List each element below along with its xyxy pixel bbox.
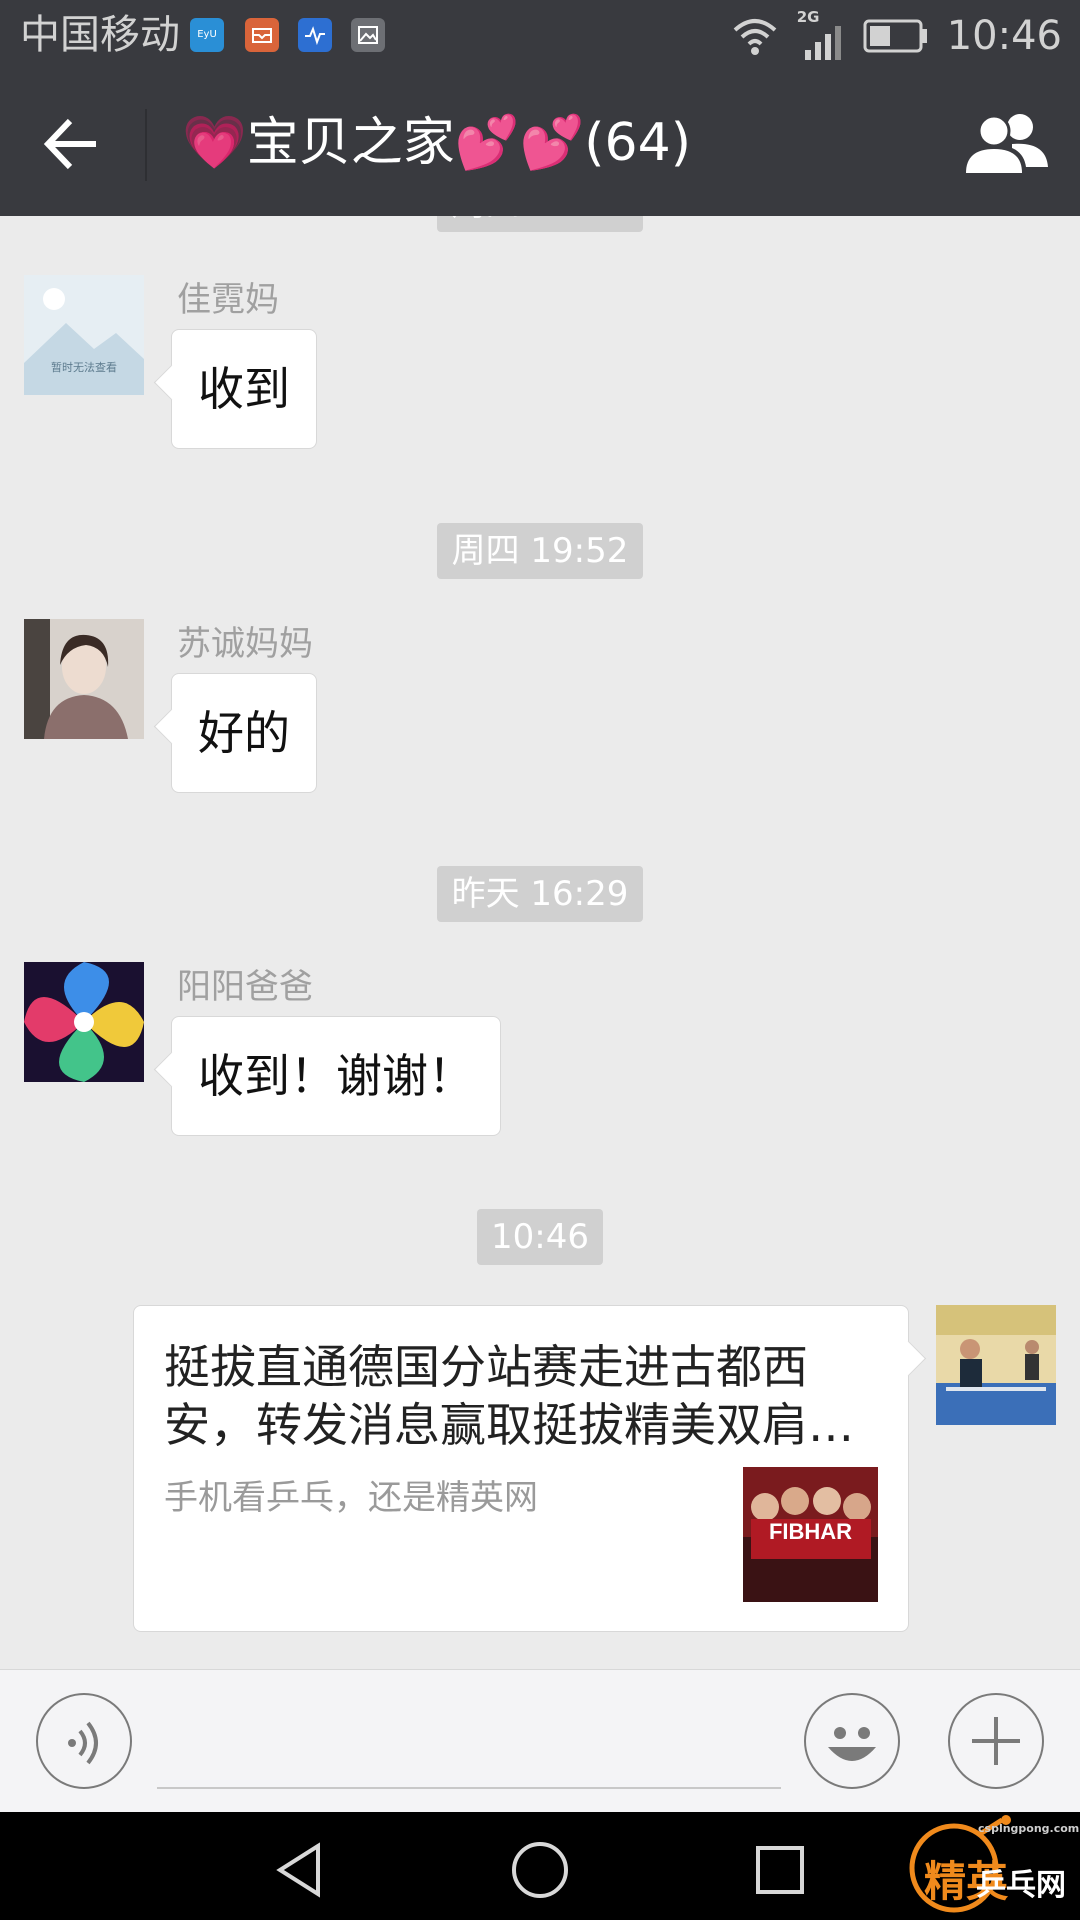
avatar[interactable] [24, 962, 144, 1082]
plus-icon [972, 1717, 1020, 1765]
mail-app-icon [245, 18, 279, 52]
smiley-icon [828, 1727, 876, 1761]
link-description: 手机看乒乓，还是精英网 [164, 1478, 538, 1518]
square-recents-icon [756, 1846, 804, 1894]
status-bar: 中国移动 EyU 2G 10:46 [0, 0, 1080, 71]
avatar-placeholder-text: 暂时无法查看 [51, 361, 117, 374]
avatar[interactable]: 暂时无法查看 [24, 275, 144, 395]
wifi-icon [733, 18, 777, 55]
clock: 10:46 [946, 12, 1062, 59]
group-info-button[interactable] [962, 111, 1050, 177]
circle-home-icon [512, 1842, 568, 1898]
timestamp-divider: 周四 19:12 [437, 216, 643, 232]
watermark-logo-b: 乒乓网 [976, 1868, 1066, 1903]
link-thumbnail: FIBHAR [743, 1467, 878, 1602]
message-input-bar [0, 1669, 1080, 1812]
sender-name: 阳阳爸爸 [177, 967, 313, 1007]
voice-icon [68, 1721, 98, 1765]
message-input[interactable] [157, 1787, 781, 1789]
back-button[interactable] [38, 111, 108, 177]
timestamp-divider: 10:46 [477, 1209, 603, 1265]
battery-icon [863, 19, 927, 52]
thumbnail-caption: FIBHAR [768, 1519, 853, 1544]
header-divider [145, 109, 147, 181]
watermark-site: csplngpong.com [978, 1822, 1080, 1835]
nav-back-button[interactable] [270, 1840, 330, 1900]
emoji-button[interactable] [804, 1693, 900, 1789]
image-placeholder-icon [24, 275, 144, 395]
user-photo [24, 619, 144, 739]
carrier-name: 中国移动 [20, 12, 180, 58]
status-indicators: 2G 10:46 [731, 0, 1062, 71]
chat-header: 💗宝贝之家💕💕(64) [0, 71, 1080, 216]
my-avatar[interactable] [936, 1305, 1056, 1425]
sender-name: 佳霓妈 [177, 280, 279, 320]
chat-title: 💗宝贝之家💕💕(64) [182, 113, 691, 173]
more-actions-button[interactable] [948, 1693, 1044, 1789]
nav-home-button[interactable] [510, 1840, 570, 1900]
browser-app-icon: EyU [190, 18, 224, 52]
link-title: 挺拔直通德国分站赛走进古都西安，转发消息赢取挺拔精美双肩… [164, 1340, 854, 1452]
message-text: 收到 [198, 362, 290, 416]
timestamp-divider: 周四 19:52 [437, 523, 643, 579]
message-list[interactable]: 周四 19:12 暂时无法查看 佳霓妈 收到 周四 19:52 苏诚妈妈 好的 … [0, 216, 1080, 1669]
message-bubble[interactable]: 好的 [171, 673, 317, 793]
nav-recents-button[interactable] [750, 1840, 810, 1900]
avatar[interactable] [24, 619, 144, 739]
swirl-photo [24, 962, 144, 1082]
message-text: 收到！谢谢！ [198, 1049, 474, 1103]
message-text: 好的 [198, 706, 290, 760]
system-nav-bar: csplngpong.com 精英 乒乓网 [0, 1812, 1080, 1920]
shared-link-card[interactable]: 挺拔直通德国分站赛走进古都西安，转发消息赢取挺拔精美双肩… 手机看乒乓，还是精英… [133, 1305, 909, 1632]
sender-name: 苏诚妈妈 [177, 624, 313, 664]
voice-toggle-button[interactable] [36, 1693, 132, 1789]
cell-signal-icon: 2G [797, 8, 845, 62]
gallery-app-icon [351, 18, 385, 52]
user-photo [936, 1305, 1056, 1425]
message-bubble[interactable]: 收到！谢谢！ [171, 1016, 501, 1136]
site-watermark: csplngpong.com 精英 乒乓网 [902, 1814, 1079, 1918]
group-members-icon [966, 114, 1048, 173]
arrow-left-icon [43, 118, 96, 170]
triangle-back-icon [276, 1842, 320, 1898]
timestamp-divider: 昨天 16:29 [437, 866, 643, 922]
message-bubble[interactable]: 收到 [171, 329, 317, 449]
health-app-icon [298, 18, 332, 52]
